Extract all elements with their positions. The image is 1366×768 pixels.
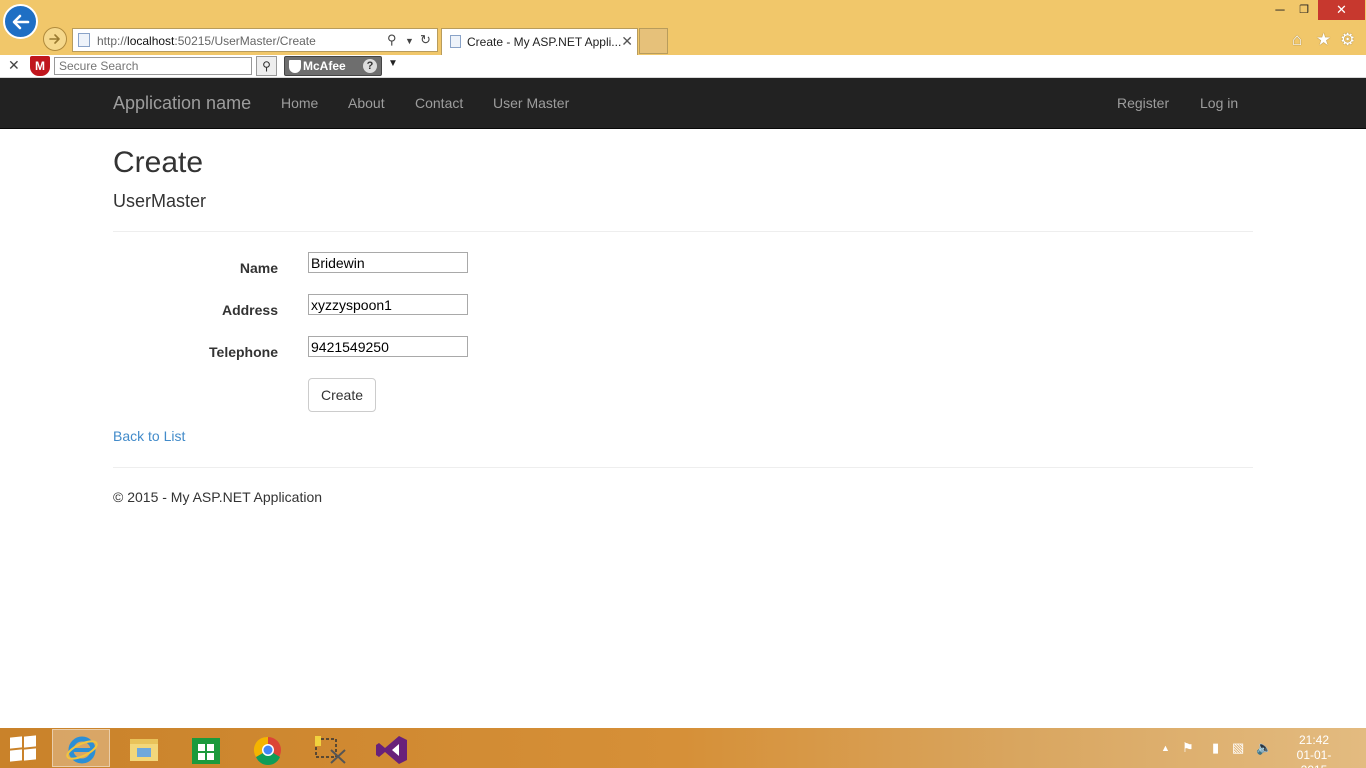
divider xyxy=(113,231,1253,232)
internet-explorer-icon[interactable] xyxy=(52,729,110,767)
system-clock[interactable]: 21:42 01-01-2015 xyxy=(1284,733,1344,768)
tab-close-icon[interactable]: ✕ xyxy=(621,33,633,50)
page-subtitle: UserMaster xyxy=(113,191,207,211)
file-explorer-icon[interactable] xyxy=(114,729,172,767)
mcafee-button[interactable]: McAfee ? xyxy=(284,56,382,76)
address-label: Address xyxy=(221,302,278,318)
refresh-icon[interactable]: ↻ xyxy=(420,32,431,48)
back-to-list-link[interactable]: Back to List xyxy=(113,428,185,444)
address-url: http://localhost:50215/UserMaster/Create xyxy=(97,34,316,48)
secure-search-input[interactable] xyxy=(54,57,252,75)
tab-title: Create - My ASP.NET Appli... xyxy=(467,35,622,49)
nav-user-master[interactable]: User Master xyxy=(493,95,569,111)
nav-home[interactable]: Home xyxy=(281,95,318,111)
forward-button[interactable] xyxy=(43,27,67,51)
tab-page-icon xyxy=(450,35,461,48)
minimize-button[interactable]: ─ xyxy=(1268,0,1292,20)
tab-active[interactable]: Create - My ASP.NET Appli... ✕ xyxy=(441,28,638,55)
name-label: Name xyxy=(239,260,278,276)
back-button[interactable] xyxy=(3,4,38,39)
nav-register[interactable]: Register xyxy=(1117,95,1169,111)
navbar: Application name Home About Contact User… xyxy=(0,78,1366,129)
home-icon[interactable]: ⌂ xyxy=(1292,30,1302,50)
snipping-tool-icon[interactable] xyxy=(300,729,358,767)
clock-date: 01-01-2015 xyxy=(1296,748,1332,768)
windows-start-icon[interactable] xyxy=(10,735,38,762)
mcafee-logo-icon xyxy=(289,60,301,73)
mcafee-toolbar: ✕ M ⚲ McAfee ? ▼ xyxy=(0,55,1366,78)
favorites-star-icon[interactable]: ★ xyxy=(1316,30,1331,50)
footer-divider xyxy=(113,467,1253,468)
clock-time: 21:42 xyxy=(1298,733,1330,747)
page-icon xyxy=(78,33,90,47)
action-center-flag-icon[interactable]: ⚑ xyxy=(1182,740,1194,756)
help-icon[interactable]: ? xyxy=(363,59,377,73)
mcafee-label: McAfee xyxy=(303,59,346,73)
back-arrow-icon xyxy=(12,14,30,30)
mcafee-shield-icon[interactable]: M xyxy=(30,56,50,76)
caret-down-icon[interactable]: ▼ xyxy=(388,58,398,69)
taskbar: ▲ ⚑ ▮ ▧ 🔈 21:42 01-01-2015 xyxy=(0,728,1366,768)
name-input[interactable] xyxy=(308,252,468,273)
create-button[interactable]: Create xyxy=(308,378,376,412)
restore-button[interactable]: ❐ xyxy=(1292,0,1316,20)
browser-toolbar: http://localhost:50215/UserMaster/Create… xyxy=(0,0,1366,55)
new-tab-button[interactable] xyxy=(639,28,668,54)
telephone-label: Telephone xyxy=(209,344,278,360)
toolbar-close-icon[interactable]: ✕ xyxy=(8,57,20,74)
nav-login[interactable]: Log in xyxy=(1200,95,1238,111)
volume-icon[interactable]: 🔈 xyxy=(1256,740,1272,756)
dropdown-icon[interactable]: ▼ xyxy=(405,36,414,46)
tray-expand-icon[interactable]: ▲ xyxy=(1161,743,1170,753)
address-input[interactable] xyxy=(308,294,468,315)
store-icon[interactable] xyxy=(176,729,234,767)
telephone-input[interactable] xyxy=(308,336,468,357)
search-icon[interactable]: ⚲ xyxy=(387,32,397,48)
footer-text: © 2015 - My ASP.NET Application xyxy=(113,489,323,505)
navbar-brand[interactable]: Application name xyxy=(113,93,251,114)
nav-about[interactable]: About xyxy=(348,95,385,111)
page-title: Create xyxy=(113,146,204,179)
chrome-icon[interactable] xyxy=(238,729,296,767)
visual-studio-icon[interactable] xyxy=(362,729,420,767)
battery-icon[interactable]: ▮ xyxy=(1212,740,1219,756)
close-button[interactable]: ✕ xyxy=(1318,0,1365,20)
forward-arrow-icon xyxy=(49,34,60,44)
settings-gear-icon[interactable]: ⚙ xyxy=(1340,30,1355,50)
network-signal-icon[interactable]: ▧ xyxy=(1232,740,1244,756)
search-icon[interactable]: ⚲ xyxy=(256,56,277,76)
address-bar[interactable]: http://localhost:50215/UserMaster/Create… xyxy=(72,28,438,52)
nav-contact[interactable]: Contact xyxy=(415,95,463,111)
